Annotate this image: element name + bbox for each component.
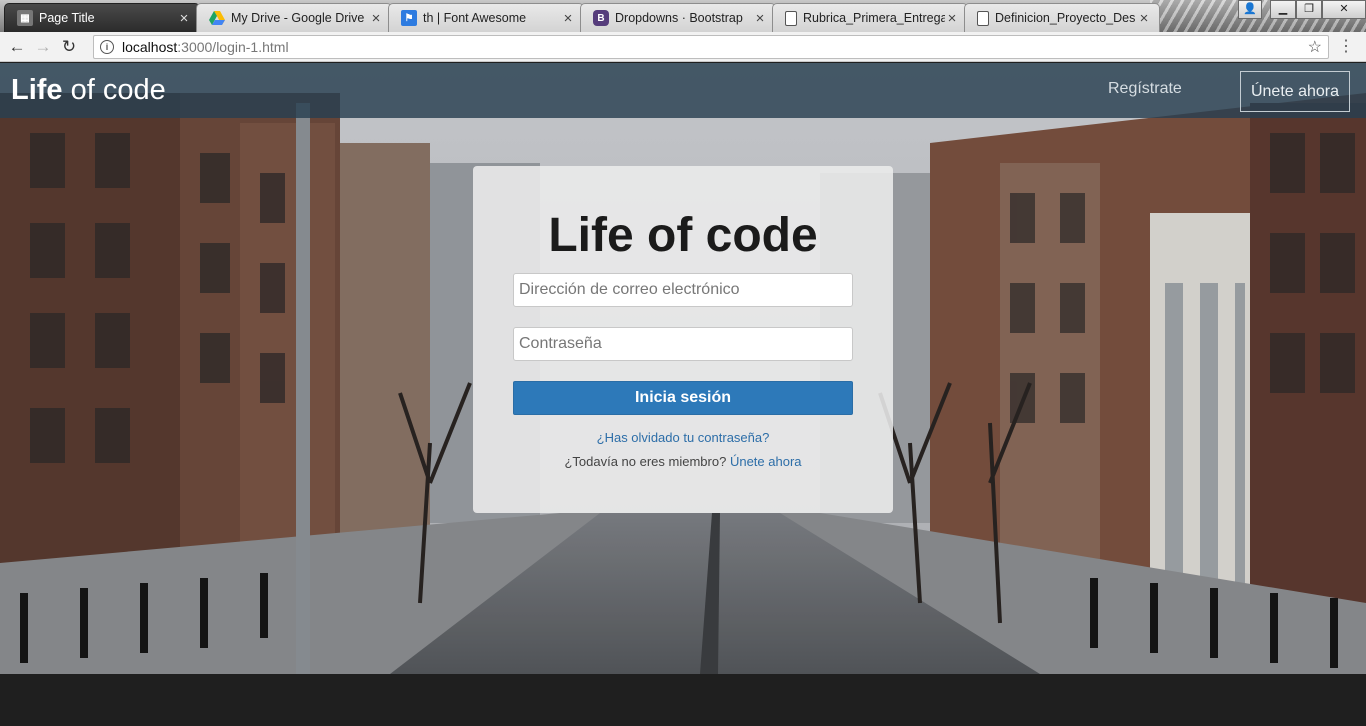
bookmark-star-icon[interactable]: ☆ bbox=[1308, 37, 1322, 57]
info-icon[interactable]: i bbox=[100, 40, 114, 54]
tab-title: Definicion_Proyecto_Des bbox=[995, 11, 1136, 25]
back-arrow-icon[interactable]: ← bbox=[4, 34, 30, 60]
google-drive-icon bbox=[209, 10, 225, 26]
brand-rest-text: of code bbox=[62, 74, 166, 106]
profile-button[interactable]: 👤 bbox=[1238, 0, 1262, 19]
login-button[interactable]: Inicia sesión bbox=[513, 381, 853, 415]
url-host: localhost bbox=[122, 39, 178, 55]
window-controls: ▁ ❐ ✕ bbox=[1270, 0, 1366, 19]
tab-title: My Drive - Google Drive bbox=[231, 11, 365, 25]
email-field[interactable] bbox=[513, 273, 853, 307]
address-bar[interactable]: i localhost :3000/login-1.html ☆ bbox=[93, 35, 1329, 59]
register-link[interactable]: Regístrate bbox=[1108, 80, 1182, 98]
browser-tab-1[interactable]: ▦ Page Title × bbox=[4, 3, 200, 32]
forward-arrow-icon[interactable]: → bbox=[30, 34, 56, 60]
tab-close-icon[interactable]: × bbox=[369, 10, 383, 27]
member-prompt-text: ¿Todavía no eres miembro? bbox=[564, 454, 727, 469]
tab-close-icon[interactable]: × bbox=[1137, 10, 1151, 27]
restore-icon[interactable]: ❐ bbox=[1296, 0, 1322, 19]
tab-close-icon[interactable]: × bbox=[945, 10, 959, 27]
login-card: Life of code Inicia sesión ¿Has olvidado… bbox=[473, 166, 893, 513]
tab-close-icon[interactable]: × bbox=[753, 10, 767, 27]
page-footer bbox=[0, 674, 1366, 726]
tab-title: Rubrica_Primera_Entrega bbox=[803, 11, 945, 25]
document-icon bbox=[785, 10, 797, 26]
bootstrap-icon: B bbox=[593, 10, 609, 26]
minimize-icon[interactable]: ▁ bbox=[1270, 0, 1296, 19]
reload-icon[interactable]: ↻ bbox=[56, 34, 82, 60]
join-now-link[interactable]: Únete ahora bbox=[730, 454, 802, 469]
signup-prompt: ¿Todavía no eres miembro? Únete ahora bbox=[473, 454, 893, 469]
browser-tab-strip: ▦ Page Title × My Drive - Google Drive ×… bbox=[0, 0, 1366, 32]
password-field[interactable] bbox=[513, 327, 853, 361]
tab-close-icon[interactable]: × bbox=[177, 10, 191, 27]
forgot-password-link[interactable]: ¿Has olvidado tu contraseña? bbox=[473, 430, 893, 445]
browser-toolbar: ← → ↻ i localhost :3000/login-1.html ☆ ⋮ bbox=[0, 32, 1366, 62]
font-awesome-flag-icon: ⚑ bbox=[401, 10, 417, 26]
brand-logo[interactable]: Life of code bbox=[11, 74, 166, 107]
tab-title: Page Title bbox=[39, 11, 95, 25]
tab-title: Dropdowns · Bootstrap bbox=[615, 11, 743, 25]
web-page: Life of code Regístrate Únete ahora Life… bbox=[0, 63, 1366, 726]
brand-bold-text: Life bbox=[11, 74, 63, 106]
login-title: Life of code bbox=[548, 209, 818, 262]
browser-tab-4[interactable]: B Dropdowns · Bootstrap × bbox=[580, 3, 776, 32]
browser-tab-6[interactable]: Definicion_Proyecto_Des × bbox=[964, 3, 1160, 32]
site-navbar: Life of code Regístrate Únete ahora bbox=[0, 63, 1366, 118]
browser-tab-3[interactable]: ⚑ th | Font Awesome × bbox=[388, 3, 584, 32]
join-now-button[interactable]: Únete ahora bbox=[1240, 71, 1350, 112]
generic-page-icon: ▦ bbox=[17, 10, 33, 26]
browser-menu-icon[interactable]: ⋮ bbox=[1338, 39, 1354, 55]
user-icon: 👤 bbox=[1238, 0, 1262, 19]
url-path: :3000/login-1.html bbox=[177, 39, 289, 55]
hero-background: Life of code Regístrate Únete ahora Life… bbox=[0, 63, 1366, 674]
tab-title: th | Font Awesome bbox=[423, 11, 527, 25]
browser-tab-5[interactable]: Rubrica_Primera_Entrega × bbox=[772, 3, 968, 32]
tab-close-icon[interactable]: × bbox=[561, 10, 575, 27]
close-window-icon[interactable]: ✕ bbox=[1322, 0, 1366, 19]
document-icon bbox=[977, 10, 989, 26]
browser-tab-2[interactable]: My Drive - Google Drive × bbox=[196, 3, 392, 32]
